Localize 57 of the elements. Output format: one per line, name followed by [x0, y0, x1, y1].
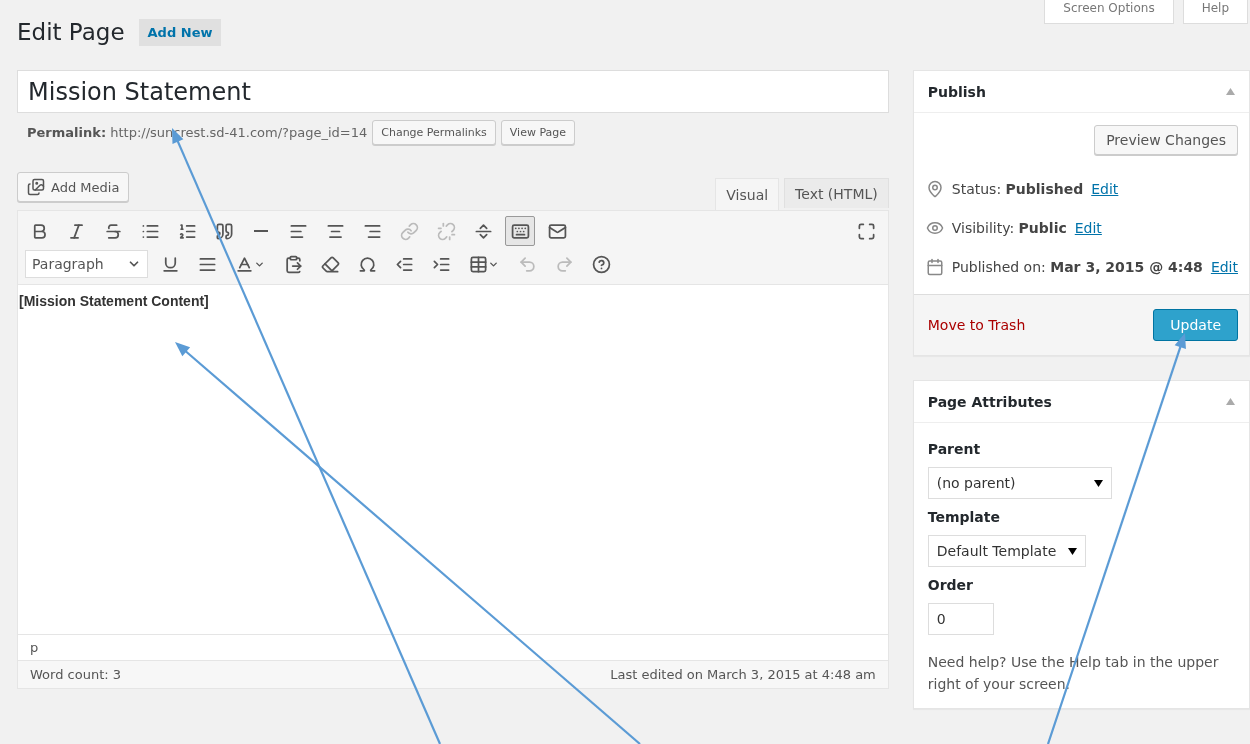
field-label: Parent — [927, 441, 982, 457]
toolbar-toggle-button[interactable] — [505, 216, 535, 246]
last-edited: Last edited on March 3, 2015 at 4:48 am — [610, 667, 876, 682]
table-icon — [469, 254, 488, 274]
permalink-button[interactable]: Change Permalinks — [372, 120, 496, 145]
editor-tab[interactable]: Visual — [715, 178, 780, 210]
edit-link[interactable]: Edit — [1091, 180, 1119, 197]
title-field[interactable]: Mission Statement — [17, 70, 889, 113]
caret-icon — [1093, 479, 1103, 487]
screen-tab[interactable]: Help — [1182, 0, 1248, 24]
trash-link[interactable]: Move to Trash — [927, 317, 1026, 333]
text-color-icon — [235, 254, 254, 274]
undo-icon — [517, 254, 537, 274]
box-title: Page Attributes — [927, 393, 1052, 410]
paste-text-icon — [283, 254, 303, 274]
select-field[interactable]: (no parent) — [927, 467, 1112, 499]
page-title: Edit Page — [17, 19, 125, 45]
numbered-list-icon — [177, 221, 197, 241]
content-text: [Mission Statement Content] — [19, 293, 209, 309]
pin-icon — [925, 179, 944, 198]
add-new-button[interactable]: Add New — [138, 18, 222, 46]
box-title: Publish — [927, 83, 986, 100]
edit-link[interactable]: Edit — [1210, 258, 1238, 275]
calendar-icon — [925, 257, 944, 276]
add-media-button[interactable]: Add Media — [17, 172, 130, 202]
screen-tab[interactable]: Screen Options — [1044, 0, 1174, 24]
underline-icon — [160, 254, 180, 274]
select-field[interactable]: Default Template — [927, 535, 1087, 567]
toolbar-toggle-icon — [510, 221, 530, 241]
redo-icon — [554, 254, 574, 274]
element-path: p — [30, 640, 39, 655]
fullscreen-icon — [857, 221, 877, 241]
strikethrough-icon — [103, 221, 123, 241]
media-icon — [27, 178, 45, 196]
meta-text: Visibility: Public — [951, 219, 1067, 236]
editor-content[interactable]: [Mission Statement Content] — [17, 285, 889, 635]
meta-text: Status: Published — [951, 180, 1084, 197]
mail-icon — [547, 221, 567, 241]
edit-link[interactable]: Edit — [1074, 219, 1102, 236]
format-select[interactable]: Paragraph — [25, 250, 148, 278]
field-label: Template — [927, 509, 1001, 525]
help-icon — [591, 254, 611, 274]
caret-icon — [1068, 547, 1078, 555]
editor-tab[interactable]: Text (HTML) — [784, 178, 889, 208]
meta-text: Published on: Mar 3, 2015 @ 4:48 — [951, 258, 1203, 275]
permalink-button[interactable]: View Page — [500, 120, 576, 145]
link-icon — [399, 221, 419, 241]
unlink-icon — [436, 221, 456, 241]
order-field[interactable]: 0 — [927, 603, 994, 635]
clear-formatting-icon — [320, 254, 340, 274]
preview-button[interactable]: Preview Changes — [1094, 125, 1238, 155]
read-more-icon — [473, 221, 493, 241]
word-count: Word count: 3 — [30, 667, 121, 682]
field-label: Order — [927, 577, 974, 593]
horizontal-line-icon — [254, 230, 268, 232]
special-character-icon — [357, 254, 377, 274]
blockquote-icon — [214, 221, 234, 241]
